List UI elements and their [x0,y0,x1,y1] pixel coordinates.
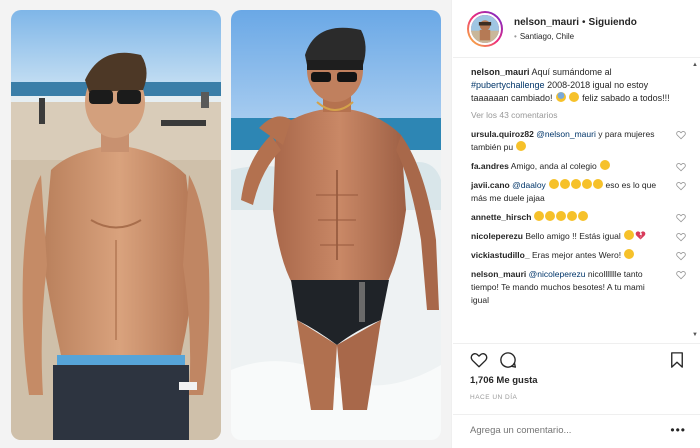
comment-username[interactable]: fa.andres [471,161,509,171]
separator-dot: • [582,16,586,28]
comment-text: Amigo, anda al colegio [508,161,600,171]
post-timestamp[interactable]: HACE UN DÍA [470,394,517,401]
laughing-emoji-icon [578,211,589,221]
comment-item: ursula.quiroz82 @nelson_mauri y para muj… [471,128,686,154]
comment-username[interactable]: annette_hirsch [471,212,531,222]
story-ring[interactable] [467,10,503,47]
sunglasses-emoji-icon [569,92,580,102]
smirk-emoji-icon [515,141,526,151]
laughing-emoji-icon [559,179,570,189]
add-comment-bar: ••• [453,414,700,448]
caption-username[interactable]: nelson_mauri [471,67,530,77]
caption-text: Aquí sumándome al [529,67,612,77]
comment-username[interactable]: javii.cano [471,180,510,190]
laughing-emoji-icon [556,211,567,221]
comment-item: vickiastudillo_ Eras mejor antes Wero! [471,249,686,262]
grimace-emoji-icon [623,230,634,240]
comment-mention[interactable]: @nelson_mauri [536,129,596,139]
following-button[interactable]: Siguiendo [589,17,637,28]
laughing-emoji-icon [592,179,603,189]
comment-item: javii.cano @daaloy eso es lo que más me … [471,179,686,205]
post-media[interactable] [0,0,452,448]
small-heart-icon[interactable] [676,162,686,172]
photo-2008-beach [11,10,221,440]
add-comment-input[interactable] [470,425,670,436]
small-heart-icon[interactable] [676,213,686,223]
comment-mention[interactable]: @daaloy [512,180,546,190]
small-heart-icon[interactable] [676,181,686,191]
location-link[interactable]: Santiago, Chile [520,32,574,41]
laughing-emoji-icon [545,211,556,221]
small-heart-icon[interactable] [676,251,686,261]
caption-text-3: feliz sabado a todos!!! [579,93,670,103]
comment-mention[interactable]: @nicoleperezu [529,269,586,279]
comment-item: annette_hirsch [471,211,686,224]
scroll-up-arrow-icon[interactable]: ▲ [692,62,698,68]
view-all-comments-link[interactable]: Ver los 43 comentarios [471,110,678,120]
post-author-username[interactable]: nelson_mauri [514,17,579,28]
cold-face-emoji-icon [555,92,566,102]
laughing-emoji-icon [570,179,581,189]
speech-bubble-icon[interactable] [499,351,517,369]
hashtag-link[interactable]: #pubertychallenge [471,80,545,90]
broken-heart-icon [635,230,646,240]
location-dot: • [514,31,517,41]
photo-2018-ocean [231,10,441,440]
comment-item: nelson_mauri @nicoleperezu nicollllllle … [471,268,686,307]
more-options-icon[interactable]: ••• [670,424,686,436]
post-sidebar: nelson_mauri • Siguiendo • Santiago, Chile … [453,0,700,448]
laughing-emoji-icon [548,179,559,189]
small-heart-icon[interactable] [676,130,686,140]
comment-username[interactable]: ursula.quiroz82 [471,129,534,139]
laughing-emoji-icon [534,211,545,221]
comment-item: nicoleperezu Bello amigo !! Estás igual [471,230,686,243]
comments-list[interactable]: nelson_mauri Aquí sumándome al #pubertyc… [453,62,700,334]
comment-text: Bello amigo !! Estás igual [522,231,621,241]
small-heart-icon[interactable] [676,232,686,242]
scroll-down-arrow-icon[interactable]: ▼ [692,332,698,338]
post-header: nelson_mauri • Siguiendo • Santiago, Chile [453,0,700,58]
avatar[interactable] [469,12,501,45]
comment-username[interactable]: nelson_mauri [471,269,526,279]
bookmark-icon[interactable] [668,351,686,369]
post-caption: nelson_mauri Aquí sumándome al #pubertyc… [471,66,678,105]
grimace-emoji-icon [623,249,634,259]
comment-username[interactable]: vickiastudillo_ [471,250,530,260]
comment-username[interactable]: nicoleperezu [471,231,523,241]
laughing-emoji-icon [599,160,610,170]
laughing-emoji-icon [567,211,578,221]
comment-text: Eras mejor antes Wero! [529,250,622,260]
laughing-emoji-icon [581,179,592,189]
small-heart-icon[interactable] [676,270,686,280]
comments-scrollbar[interactable]: ▲ ▼ [692,62,698,338]
like-count[interactable]: 1,706 Me gusta [470,375,538,386]
post-actions [453,343,700,373]
comment-item: fa.andres Amigo, anda al colegio [471,160,686,173]
heart-outline-icon[interactable] [470,351,488,369]
